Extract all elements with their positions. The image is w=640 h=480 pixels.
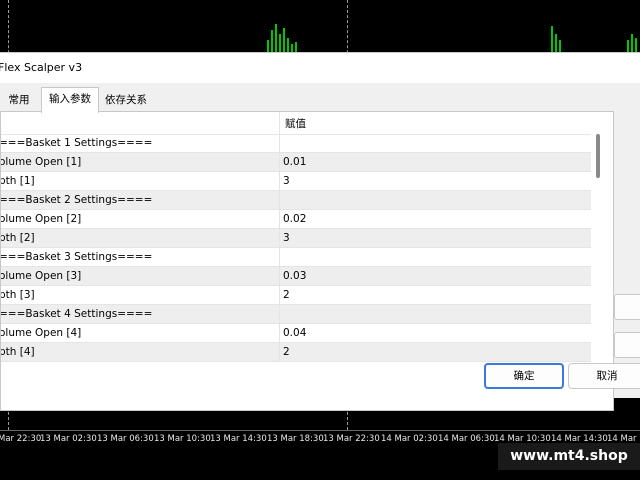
time-label: 13 Mar 02:30	[40, 434, 97, 444]
grid-header: 赋值	[1, 112, 591, 135]
table-row[interactable]: olume Open [1] 0.01	[1, 153, 591, 172]
tab-strip: 常用 输入参数 依存关系	[0, 87, 640, 113]
table-row[interactable]: ===Basket 3 Settings====	[1, 248, 591, 267]
table-row[interactable]: olume Open [3] 0.03	[1, 267, 591, 286]
time-label: 13 Mar 10:30	[154, 434, 211, 444]
time-label: Mar 22:30	[0, 434, 42, 444]
time-label: 13 Mar 14:30	[210, 434, 267, 444]
time-label: 13 Mar 18:30	[267, 434, 324, 444]
time-label: 13 Mar 06:30	[97, 434, 154, 444]
time-label: 14 Mar 02:30	[381, 434, 438, 444]
scrollbar-thumb[interactable]	[596, 134, 600, 178]
side-button[interactable]	[614, 332, 640, 358]
tab-common[interactable]: 常用	[0, 89, 38, 111]
table-row[interactable]: ===Basket 2 Settings====	[1, 191, 591, 210]
table-row[interactable]: pth [3] 2	[1, 286, 591, 305]
table-row[interactable]: pth [1] 3	[1, 172, 591, 191]
side-button[interactable]	[614, 294, 640, 320]
table-row[interactable]: ===Basket 4 Settings====	[1, 305, 591, 324]
cancel-button[interactable]: 取消	[568, 363, 640, 389]
time-label: 13 Mar 22:30	[323, 434, 380, 444]
watermark: www.mt4.shop	[498, 443, 640, 470]
table-row[interactable]: pth [4] 2	[1, 343, 591, 362]
candlestick-bars	[267, 24, 637, 56]
ea-properties-dialog: Flex Scalper v3 常用 输入参数 依存关系 赋值 ===Baske…	[0, 52, 640, 411]
tab-dependencies[interactable]: 依存关系	[98, 89, 154, 111]
table-row[interactable]: olume Open [2] 0.02	[1, 210, 591, 229]
table-row[interactable]: olume Open [4] 0.04	[1, 324, 591, 343]
dialog-title: Flex Scalper v3	[0, 61, 83, 74]
table-row[interactable]: ===Basket 1 Settings====	[1, 134, 591, 153]
dialog-title-bar[interactable]: Flex Scalper v3	[0, 53, 640, 83]
table-row[interactable]: pth [2] 3	[1, 229, 591, 248]
tab-inputs[interactable]: 输入参数	[41, 87, 99, 113]
value-column-header[interactable]: 赋值	[285, 116, 306, 131]
time-label: 14 Mar 06:30	[438, 434, 495, 444]
ok-button[interactable]: 确定	[484, 363, 564, 389]
